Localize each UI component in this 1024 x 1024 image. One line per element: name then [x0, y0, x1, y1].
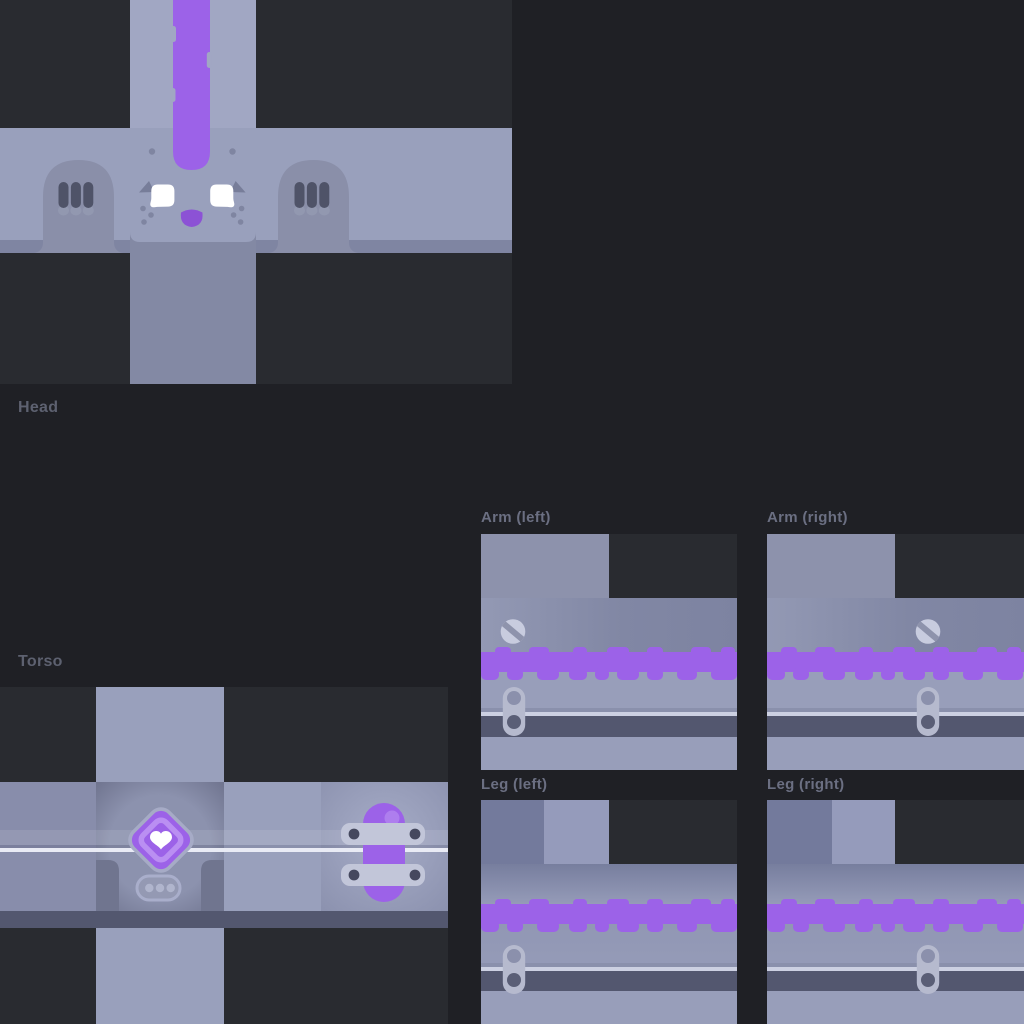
head-texture — [0, 0, 512, 384]
three-dot-pill-icon — [137, 876, 180, 900]
arm-left-label: Arm (left) — [481, 510, 551, 526]
ear-right-vents-icon — [294, 182, 330, 216]
leg-left-block-b — [544, 800, 609, 864]
arm-left-texture — [481, 534, 737, 770]
leg-right-texture-panel[interactable] — [767, 800, 1024, 1024]
head-texture-panel[interactable] — [0, 0, 512, 384]
head-bottom-column — [130, 230, 256, 384]
leg-left-texture-panel[interactable] — [481, 800, 737, 1024]
zipper-pull-icon — [503, 687, 525, 736]
leg-left-label: Leg (left) — [481, 777, 547, 793]
arm-right-upper — [767, 598, 1024, 652]
leg-right-upper — [767, 864, 1024, 904]
belt-line — [767, 712, 1024, 716]
torso-bottom-column — [96, 928, 224, 1024]
shoulder-shade-right — [201, 860, 224, 911]
arm-left-texture-panel[interactable] — [481, 534, 737, 770]
leg-left-block-a — [481, 800, 544, 864]
cuff-band — [767, 991, 1024, 1024]
hair-stripe — [171, 0, 212, 170]
belt-line — [767, 967, 1024, 971]
skin-texture-editor: Head Torso — [0, 0, 1024, 1024]
leg-right-block-b — [832, 800, 895, 864]
leg-right-block-a — [767, 800, 832, 864]
arm-right-texture — [767, 534, 1024, 770]
leg-left-upper — [481, 864, 737, 904]
shoulder-shade-left — [96, 860, 119, 911]
zipper-pull-icon — [917, 945, 939, 994]
torso-top-column — [96, 687, 224, 782]
zipper-pull-icon — [917, 687, 939, 736]
arm-left-top-block — [481, 534, 609, 598]
torso-hem — [0, 911, 448, 928]
torso-label: Torso — [18, 654, 63, 671]
arm-right-label: Arm (right) — [767, 510, 848, 526]
hem-band — [767, 716, 1024, 737]
seam-line — [767, 708, 1024, 712]
eye-left — [150, 185, 174, 208]
leg-right-label: Leg (right) — [767, 777, 844, 793]
zipper-pull-icon — [503, 945, 525, 994]
leg-left-texture — [481, 800, 737, 1024]
arm-right-texture-panel[interactable] — [767, 534, 1024, 770]
cuff-band — [481, 991, 737, 1024]
head-label: Head — [18, 400, 58, 417]
hem-band — [767, 971, 1024, 991]
torso-texture — [0, 687, 448, 1024]
eye-right — [210, 185, 234, 208]
arm-right-top-block — [767, 534, 895, 598]
leg-right-texture — [767, 800, 1024, 1024]
seam-line — [767, 963, 1024, 967]
ear-left-vents-icon — [58, 182, 94, 216]
torso-texture-panel[interactable] — [0, 687, 448, 1024]
